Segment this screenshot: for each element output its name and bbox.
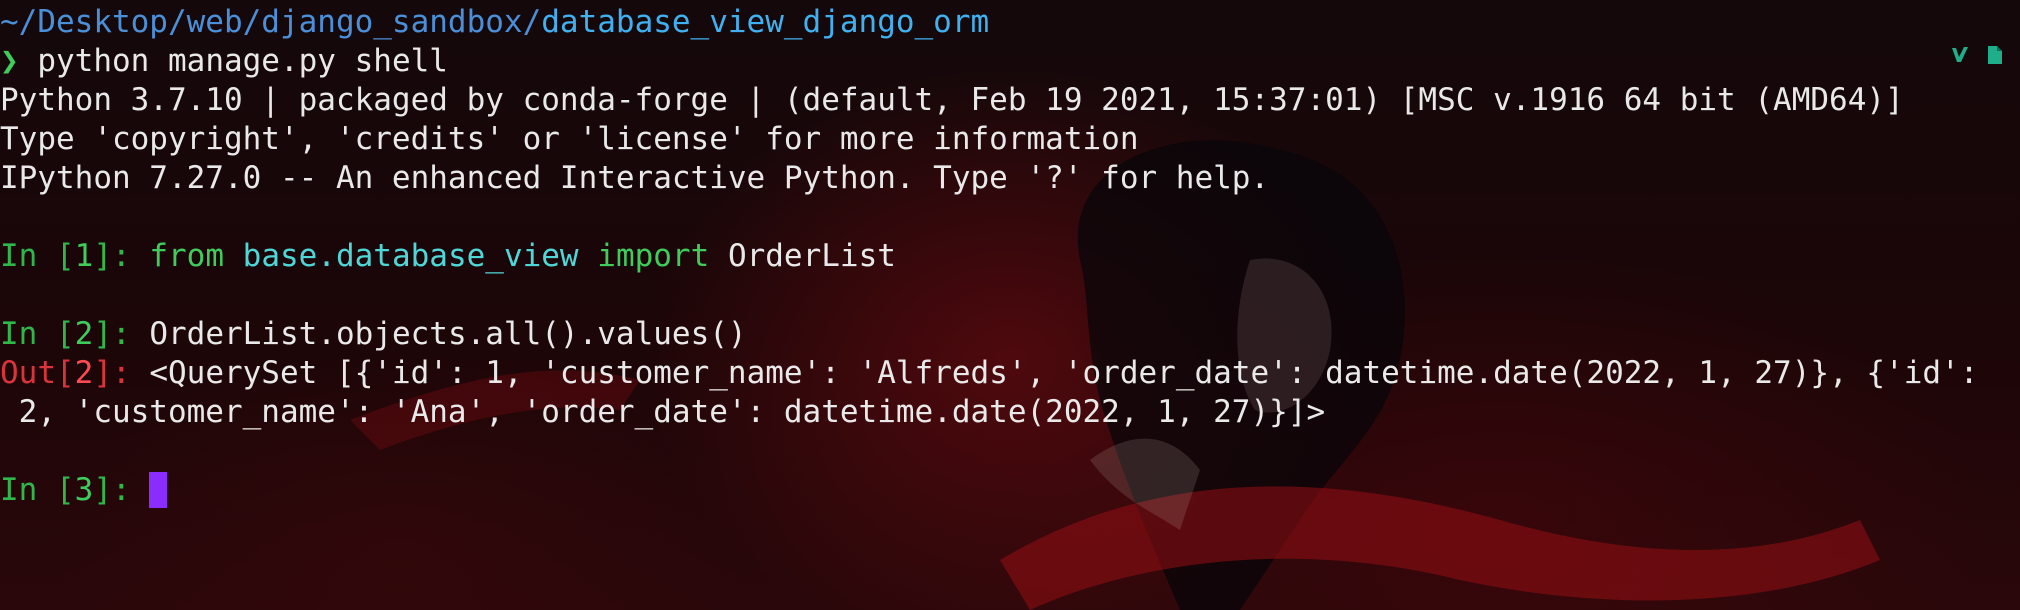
- prompt-command-line: ❯ python manage.py shell: [0, 42, 448, 81]
- status-tray: [1950, 44, 2006, 66]
- prompt-path-line: ~/Desktop/web/django_sandbox/database_vi…: [0, 3, 989, 42]
- banner-line-ipython: IPython 7.27.0 -- An enhanced Interactiv…: [0, 160, 1270, 196]
- prompt-path-prefix: ~/Desktop/web/django_sandbox/: [0, 4, 542, 40]
- output-cell-2-line-2: 2, 'customer_name': 'Ana', 'order_date':…: [0, 394, 1326, 430]
- input-code-2: OrderList.objects.all().values(): [149, 316, 747, 352]
- input-cell-1: In [1]: from base.database_view import O…: [0, 237, 896, 276]
- shell-command: python manage.py shell: [37, 43, 448, 79]
- vim-check-icon: [1952, 47, 1968, 62]
- in-prompt-2: In [2]:: [0, 316, 150, 352]
- output-cell-2-line-1: Out[2]: <QuerySet [{'id': 1, 'customer_n…: [0, 354, 1978, 393]
- file-icon: [1988, 46, 2002, 64]
- module-name: base.database_view: [242, 238, 579, 274]
- out-prompt-2: Out[2]:: [0, 355, 150, 391]
- terminal-window[interactable]: ~/Desktop/web/django_sandbox/database_vi…: [0, 0, 2020, 610]
- keyword-import: import: [597, 238, 710, 274]
- in-prompt-3: In [3]:: [0, 472, 150, 508]
- imported-name: OrderList: [727, 238, 896, 274]
- keyword-from: from: [149, 238, 224, 274]
- prompt-path-current: database_view_django_orm: [541, 4, 990, 40]
- banner-line-copyright: Type 'copyright', 'credits' or 'license'…: [0, 121, 1139, 157]
- text-cursor[interactable]: [149, 471, 168, 508]
- banner-line-python: Python 3.7.10 | packaged by conda-forge …: [0, 82, 1904, 118]
- input-cell-3[interactable]: In [3]:: [0, 471, 168, 510]
- prompt-chevron-icon: ❯: [0, 43, 19, 79]
- in-prompt-1: In [1]:: [0, 238, 150, 274]
- input-cell-2: In [2]: OrderList.objects.all().values(): [0, 315, 747, 354]
- output-text-line-1: <QuerySet [{'id': 1, 'customer_name': 'A…: [149, 355, 1979, 391]
